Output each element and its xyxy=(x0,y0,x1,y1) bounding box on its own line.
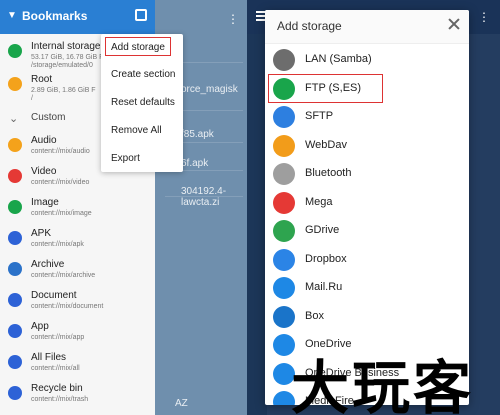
storage-type-item[interactable]: Mail.Ru xyxy=(265,274,469,302)
video-icon xyxy=(8,169,22,183)
menu-item-add-storage[interactable]: Add storage xyxy=(111,42,165,53)
custom-bookmark-item[interactable]: Image content://mix/image xyxy=(0,194,155,226)
storage-type-item[interactable]: LAN (Samba) xyxy=(265,46,469,74)
custom-bookmark-label: APK xyxy=(31,228,52,239)
storage-type-label: Box xyxy=(305,309,324,322)
all-files-icon xyxy=(8,355,22,369)
storage-type-label: SFTP xyxy=(305,110,334,122)
storage-usage: 2.89 GiB, 1.86 GiB F xyxy=(31,87,96,94)
dialog-title: Add storage xyxy=(277,19,342,33)
custom-bookmark-path: content://mix/image xyxy=(31,210,92,217)
storage-type-label: Mail.Ru xyxy=(305,281,343,293)
storage-type-label: FTP (S,ES) xyxy=(305,81,362,94)
overflow-menu-icon[interactable]: ⋮ xyxy=(227,12,239,26)
storage-path: / xyxy=(31,95,33,102)
mega-icon xyxy=(273,191,295,214)
apk-icon xyxy=(8,231,22,245)
custom-section-label: Custom xyxy=(31,112,66,123)
document-icon xyxy=(8,293,22,307)
storage-usage: 53.17 GiB, 16.78 GiB F xyxy=(31,54,104,61)
custom-bookmark-item[interactable]: All Files content://mix/all xyxy=(0,349,155,381)
sftp-icon xyxy=(273,106,295,128)
background-file-name: orce_magisk xyxy=(181,84,238,95)
menu-item-export[interactable]: Export xyxy=(111,153,140,164)
ftp-icon xyxy=(273,77,295,100)
bookmarks-title: Bookmarks xyxy=(22,9,88,23)
custom-bookmark-label: Audio xyxy=(31,135,57,146)
storage-name: Root xyxy=(31,74,53,85)
custom-bookmark-label: Image xyxy=(31,197,59,208)
custom-bookmark-path: content://mix/apk xyxy=(31,241,84,248)
custom-bookmark-label: All Files xyxy=(31,352,67,363)
bluetooth-icon xyxy=(273,163,295,185)
custom-bookmark-path: content://mix/document xyxy=(31,303,104,310)
gdrive-icon xyxy=(273,220,295,242)
overflow-menu-icon[interactable]: ⋮ xyxy=(478,10,490,24)
image-icon xyxy=(8,200,22,214)
sort-az-label: AZ xyxy=(175,398,188,409)
custom-bookmark-item[interactable]: Recycle bin content://mix/trash xyxy=(0,380,155,412)
box-icon xyxy=(273,305,295,328)
dropbox-icon xyxy=(273,248,295,271)
menu-item-reset-defaults[interactable]: Reset defaults xyxy=(111,97,175,108)
custom-bookmark-label: Archive xyxy=(31,259,65,270)
storage-type-label: LAN (Samba) xyxy=(305,53,372,65)
storage-icon xyxy=(8,44,22,58)
app-icon xyxy=(8,324,22,338)
background-file-strip xyxy=(247,34,267,415)
drawer-toggle-icon[interactable]: ▼ xyxy=(6,10,18,22)
close-icon[interactable] xyxy=(445,15,463,33)
custom-bookmark-path: content://mix/video xyxy=(31,179,90,186)
storage-type-label: GDrive xyxy=(305,224,340,236)
background-file-name: f85.apk xyxy=(181,129,214,140)
watermark-text: 大玩客 xyxy=(291,354,475,415)
storage-type-label: WebDav xyxy=(305,138,347,151)
custom-bookmark-item[interactable]: APK content://mix/apk xyxy=(0,225,155,257)
custom-bookmark-label: App xyxy=(31,321,49,332)
menu-item-remove-all[interactable]: Remove All xyxy=(111,125,162,136)
custom-bookmark-label: Video xyxy=(31,166,57,177)
bookmarks-header[interactable]: ▼ Bookmarks xyxy=(0,0,155,34)
storage-type-label: Mega xyxy=(305,195,333,208)
audio-icon xyxy=(8,138,22,152)
bookmark-add-icon[interactable] xyxy=(135,9,147,21)
custom-bookmark-item[interactable]: App content://mix/app xyxy=(0,318,155,350)
storage-type-item[interactable]: Dropbox xyxy=(265,246,469,274)
storage-type-label: Dropbox xyxy=(305,252,347,265)
custom-bookmark-path: content://mix/archive xyxy=(31,272,96,279)
bookmark-popup-menu: Add storage Create section Reset default… xyxy=(101,34,183,172)
background-file-name: 6f.apk xyxy=(181,158,209,169)
storage-type-item[interactable]: WebDav xyxy=(265,132,469,160)
custom-bookmark-path: content://mix/audio xyxy=(31,148,90,155)
storage-type-item[interactable]: Box xyxy=(265,303,469,331)
mailru-icon xyxy=(273,277,295,299)
storage-path: /storage/emulated/0 xyxy=(31,62,93,69)
custom-bookmark-path: content://mix/all xyxy=(31,365,80,372)
custom-bookmark-label: Recycle bin xyxy=(31,383,83,394)
storage-type-item[interactable]: Bluetooth xyxy=(265,160,469,188)
background-file-name: 304192.4-lawcta.zi xyxy=(181,186,227,208)
storage-name: Internal storage xyxy=(31,41,101,52)
custom-bookmark-label: Document xyxy=(31,290,77,301)
storage-type-item[interactable]: GDrive xyxy=(265,217,469,245)
menu-item-create-section[interactable]: Create section xyxy=(111,69,175,80)
storage-type-label: Bluetooth xyxy=(305,167,352,179)
root-icon xyxy=(8,77,22,91)
custom-bookmark-path: content://mix/app xyxy=(31,334,85,341)
recycle-bin-icon xyxy=(8,386,22,400)
custom-bookmark-item[interactable]: Document content://mix/document xyxy=(0,287,155,319)
webdav-icon xyxy=(273,134,295,157)
left-screenshot: ▼ Bookmarks ⋮ orce_magisk f85.apk 6f.apk… xyxy=(0,0,247,415)
chevron-down-icon: ⌄ xyxy=(9,113,19,125)
archive-icon xyxy=(8,262,22,276)
custom-bookmark-item[interactable]: Archive content://mix/archive xyxy=(0,256,155,288)
storage-type-item[interactable]: FTP (S,ES) xyxy=(265,75,469,103)
storage-type-item[interactable]: Mega xyxy=(265,189,469,217)
custom-bookmark-path: content://mix/trash xyxy=(31,396,89,403)
dialog-header: Add storage xyxy=(265,10,469,44)
storage-type-item[interactable]: SFTP xyxy=(265,103,469,131)
lan-icon xyxy=(273,49,295,71)
